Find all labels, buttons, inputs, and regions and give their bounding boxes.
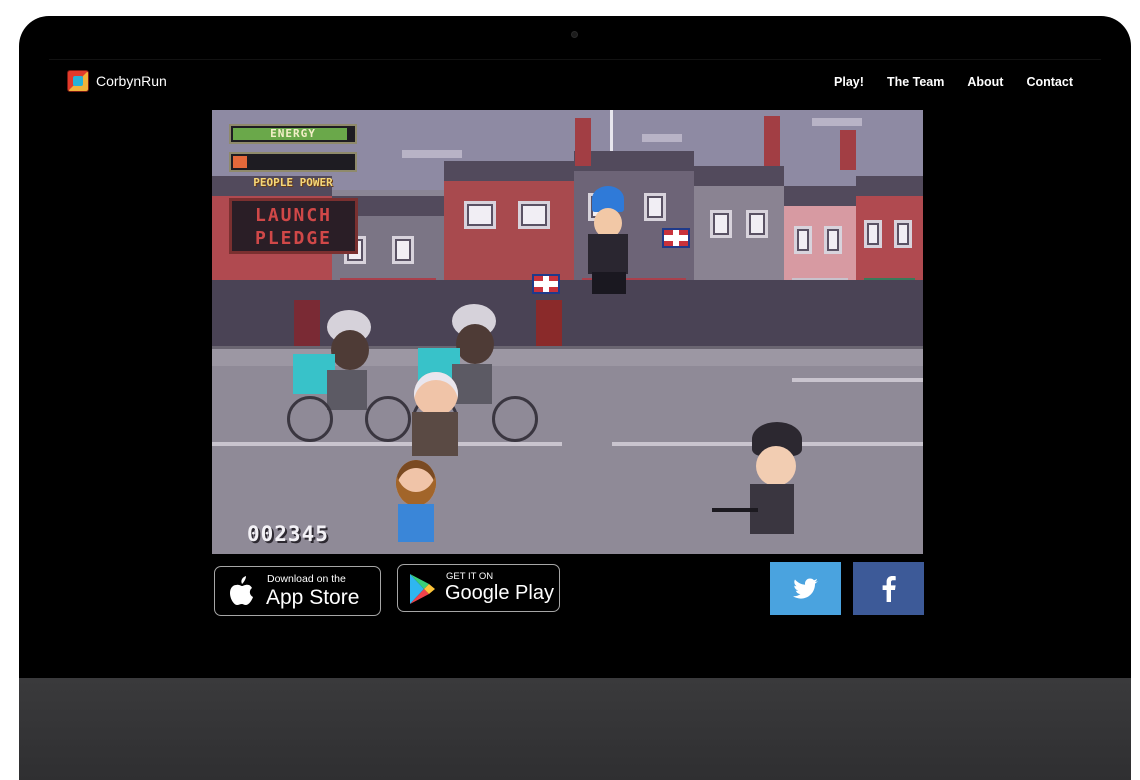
chimney [575, 118, 591, 166]
launch-pledge-button[interactable]: LAUNCH PLEDGE [229, 198, 358, 254]
union-flag-icon [662, 228, 690, 248]
energy-bar: ENERGY [229, 124, 357, 144]
bike-wheel [492, 396, 538, 442]
pledge-line-1: LAUNCH [254, 205, 333, 226]
building [694, 166, 784, 346]
building-window [392, 236, 414, 264]
face [414, 372, 458, 416]
chimney [764, 116, 780, 166]
twitter-icon [792, 578, 818, 599]
shopfront [856, 280, 923, 346]
google-play-small-text: GET IT ON [446, 571, 494, 582]
brand-logo-icon [67, 70, 89, 92]
face [331, 330, 369, 370]
corbyn-character [408, 372, 468, 462]
screen-edge [49, 59, 1101, 60]
google-play-big-text: Google Play [445, 582, 554, 604]
building-roof [444, 161, 574, 181]
jacket [412, 412, 458, 456]
building-window [464, 201, 496, 229]
bike-wheel [287, 396, 333, 442]
shopfront [784, 280, 856, 346]
building-window [864, 220, 882, 248]
building-roof [784, 186, 856, 206]
torso [327, 370, 367, 410]
runner-character [384, 460, 454, 554]
monitor-chin [19, 678, 1131, 780]
facebook-button[interactable] [853, 562, 924, 615]
energy-label: ENERGY [270, 127, 316, 140]
facebook-icon [882, 575, 896, 602]
camera-dot [571, 31, 578, 38]
building-window [794, 226, 812, 254]
google-play-badge[interactable]: GET IT ON Google Play [397, 564, 560, 612]
building-window [824, 226, 842, 254]
suit [588, 234, 628, 274]
nav-link-the-team[interactable]: The Team [887, 75, 944, 89]
pledge-line-2: PLEDGE [254, 228, 333, 249]
cyclist-character [287, 310, 417, 450]
game-screenshot[interactable]: ENERGY PEOPLE POWER LAUNCH PLEDGE 002345 [212, 110, 923, 554]
building-window [894, 220, 912, 248]
people-power-bar [229, 152, 357, 172]
face [756, 446, 796, 486]
road-marking [792, 378, 923, 382]
app-store-small-text: Download on the [267, 573, 346, 585]
shopfront [694, 280, 784, 346]
chimney [840, 130, 856, 170]
apple-icon [230, 576, 253, 605]
top-nav: CorbynRun Play! The Team About Contact [67, 68, 1073, 96]
building-window [710, 210, 732, 238]
building-window [644, 193, 666, 221]
brand-name: CorbynRun [96, 73, 167, 89]
face [456, 324, 494, 364]
building-roof [574, 151, 694, 171]
legs [592, 272, 626, 294]
nav-link-contact[interactable]: Contact [1026, 75, 1073, 89]
building-window [746, 210, 768, 238]
building-roof [856, 176, 923, 196]
face [396, 460, 436, 506]
monitor-frame: CorbynRun Play! The Team About Contact E… [19, 16, 1131, 780]
boris-character [572, 186, 642, 296]
building [856, 176, 923, 346]
overalls [398, 504, 434, 542]
people-power-fill [233, 156, 248, 168]
nav-link-play[interactable]: Play! [834, 75, 864, 89]
bike-wheel [365, 396, 411, 442]
twitter-button[interactable] [770, 562, 841, 615]
app-store-badge[interactable]: Download on the App Store [214, 566, 381, 616]
building-roof [694, 166, 784, 186]
umbrella [712, 508, 758, 512]
nav-link-about[interactable]: About [967, 75, 1003, 89]
google-play-icon [410, 574, 435, 604]
union-flag-icon [532, 274, 560, 294]
brand[interactable]: CorbynRun [67, 70, 167, 92]
score-counter: 002345 [247, 522, 329, 546]
bowler-hat-character [712, 422, 822, 554]
building [784, 186, 856, 346]
nav-links: Play! The Team About Contact [834, 75, 1073, 89]
people-power-label: PEOPLE POWER [253, 176, 333, 189]
app-store-big-text: App Store [266, 586, 360, 609]
building-window [518, 201, 550, 229]
